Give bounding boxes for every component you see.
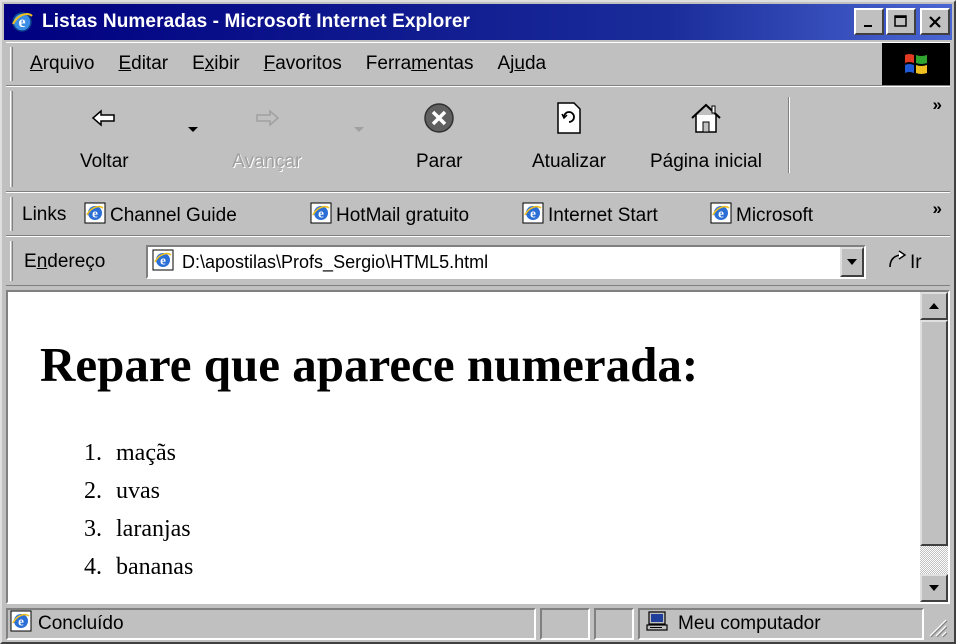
ie-page-icon: e [84,202,106,230]
home-button[interactable]: Página inicial [650,95,762,185]
address-bar: Endereço e D:\apostilas\Profs_Sergio\HTM… [6,236,950,286]
minimize-button[interactable] [854,8,884,35]
menu-bar: Arquivo Editar Exibir Favoritos Ferramen… [6,42,950,86]
stop-icon [422,95,456,141]
menu-bar-grip[interactable] [10,47,13,81]
standard-toolbar: Voltar Avançar Parar Atualizar Página in… [6,86,950,192]
ie-page-icon: e [522,202,544,230]
links-bar-grip[interactable] [10,197,13,231]
computer-icon [646,610,670,638]
page-heading: Repare que aparece numerada: [40,337,699,392]
links-more-chevron-icon[interactable]: » [933,199,942,219]
vertical-scrollbar[interactable] [920,292,948,602]
forward-arrow-icon [254,95,280,141]
chevron-down-icon [847,259,857,265]
scroll-thumb[interactable] [920,320,948,546]
window-title: Listas Numeradas - Microsoft Internet Ex… [42,11,470,32]
ordered-list: 1. maçãs 2. uvas 3. laranjas 4. bananas [72,440,193,592]
menu-ferramentas[interactable]: Ferramentas [366,53,474,75]
page-viewport[interactable]: Repare que aparece numerada: 1. maçãs 2. u… [6,290,950,604]
title-bar[interactable]: e Listas Numeradas - Microsoft Internet … [4,4,952,40]
address-dropdown-button[interactable] [840,247,864,277]
toolbar-grip[interactable] [10,91,13,187]
status-bar: e Concluído Meu computador [6,606,950,640]
status-panel-empty-2 [594,608,634,640]
ie-page-icon: e [310,202,332,230]
scroll-track[interactable] [920,546,948,574]
resize-grip-icon[interactable] [926,616,948,638]
forward-button[interactable]: Avançar [232,95,301,185]
list-item: 3. laranjas [84,516,191,542]
ie-page-icon: e [710,202,732,230]
home-icon [688,95,724,141]
menu-favoritos[interactable]: Favoritos [264,53,342,75]
security-zone-text: Meu computador [678,613,821,634]
close-button[interactable] [920,8,950,35]
chevron-up-icon [929,303,939,309]
refresh-button[interactable]: Atualizar [532,95,606,185]
scroll-down-button[interactable] [920,574,948,602]
go-button[interactable]: Ir [886,249,922,277]
menu-arquivo[interactable]: Arquivo [30,53,94,75]
scroll-up-button[interactable] [920,292,948,320]
list-item: 2. uvas [84,478,160,504]
links-bar: Links e Channel Guide e HotMail gratuito… [6,192,950,236]
list-item: 1. maçãs [84,440,176,466]
list-item: 4. bananas [84,554,194,580]
maximize-button[interactable] [886,8,916,35]
ie-page-icon: e [10,610,32,638]
address-input[interactable]: e D:\apostilas\Profs_Sergio\HTML5.html [146,245,866,279]
link-microsoft[interactable]: e Microsoft [710,202,813,230]
ie-logo-icon: e [8,8,36,36]
menu-editar[interactable]: Editar [118,53,168,75]
go-arrow-icon [886,249,910,277]
chevron-down-icon [929,585,939,591]
back-button[interactable]: Voltar [80,95,129,185]
back-history-dropdown[interactable] [188,127,198,132]
back-arrow-icon [91,95,117,141]
status-panel-empty-1 [540,608,590,640]
status-text-panel: e Concluído [6,608,536,640]
ie-page-icon: e [152,249,174,276]
link-internet-start[interactable]: e Internet Start [522,202,658,230]
address-bar-grip[interactable] [10,241,13,281]
status-text: Concluído [38,613,124,634]
links-label[interactable]: Links [22,204,66,226]
menu-ajuda[interactable]: Ajuda [497,53,546,75]
address-label: Endereço [24,251,106,272]
link-channel-guide[interactable]: e Channel Guide [84,202,237,230]
browser-window: e Listas Numeradas - Microsoft Internet … [0,0,956,644]
stop-button[interactable]: Parar [416,95,462,185]
link-hotmail[interactable]: e HotMail gratuito [310,202,469,230]
windows-logo-icon [882,43,950,85]
security-zone-panel: Meu computador [638,608,924,640]
page-document: Repare que aparece numerada: 1. maçãs 2. u… [8,292,920,602]
toolbar-more-chevron-icon[interactable]: » [933,95,942,115]
menu-exibir[interactable]: Exibir [192,53,240,75]
forward-history-dropdown[interactable] [354,127,364,132]
toolbar-separator [788,97,790,173]
address-value: D:\apostilas\Profs_Sergio\HTML5.html [182,251,489,272]
refresh-icon [554,95,584,141]
